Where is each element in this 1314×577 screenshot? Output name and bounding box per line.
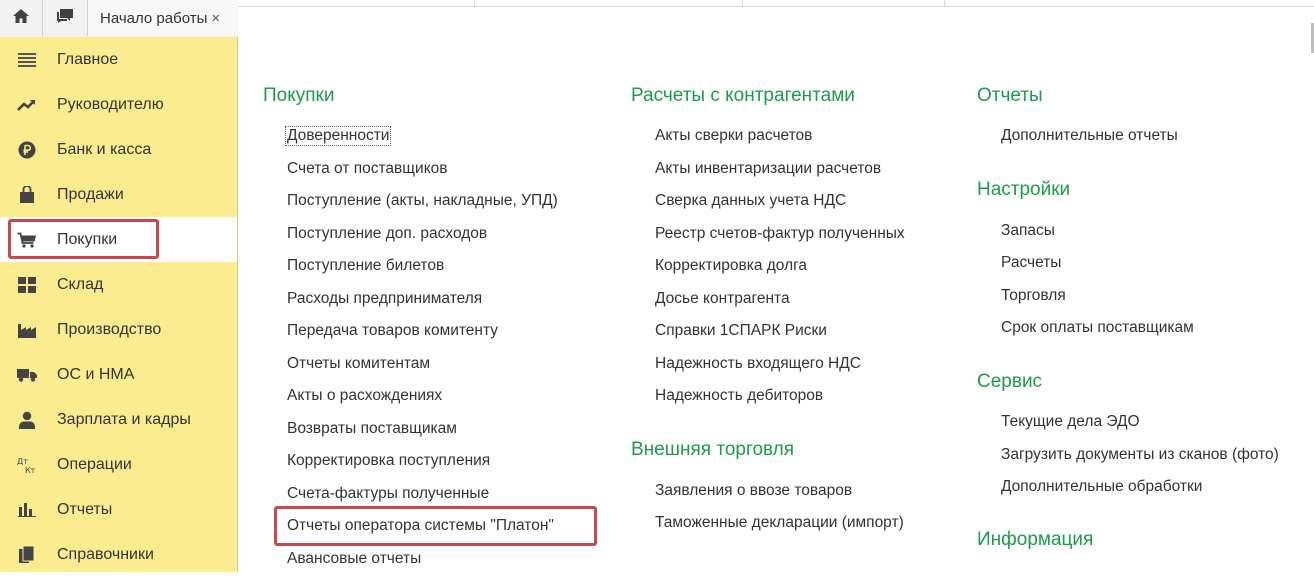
link-edo-tasks[interactable]: Текущие дела ЭДО: [1001, 413, 1140, 431]
home-icon: [12, 8, 30, 29]
section-title-settlements: Расчеты с контрагентами: [631, 85, 855, 106]
header-divider: [238, 0, 1314, 7]
sidebar-item-label: Продажи: [57, 185, 124, 203]
link-received-invoices[interactable]: Счета-фактуры полученные: [287, 485, 489, 503]
link-debt-adjustment[interactable]: Корректировка долга: [655, 257, 807, 275]
debit-credit-icon: Дт Кт: [16, 454, 38, 476]
shopping-cart-icon: [16, 229, 38, 251]
link-vat-data-check[interactable]: Сверка данных учета НДС: [655, 192, 846, 210]
link-trade-settings[interactable]: Торговля: [1001, 287, 1066, 305]
link-received-invoice-register[interactable]: Реестр счетов-фактур полученных: [655, 225, 905, 243]
sidebar-item-salary[interactable]: Зарплата и кадры: [0, 397, 237, 442]
sidebar-item-manager[interactable]: Руководителю: [0, 82, 237, 127]
header-separator: [474, 0, 475, 6]
sidebar-item-label: Операции: [57, 455, 132, 473]
shopping-bag-icon: [16, 184, 38, 206]
link-upload-scans[interactable]: Загрузить документы из сканов (фото): [1001, 446, 1279, 464]
section-title-purchases: Покупки: [263, 85, 335, 106]
bar-chart-icon: [16, 499, 38, 521]
sidebar-item-label: Покупки: [57, 230, 118, 248]
link-discrepancy-acts[interactable]: Акты о расхождениях: [287, 387, 442, 405]
link-advance-reports[interactable]: Авансовые отчеты: [287, 550, 421, 568]
sidebar-item-label: ОС и НМА: [57, 365, 135, 383]
section-title-service: Сервис: [977, 371, 1043, 392]
sidebar-item-warehouse[interactable]: Склад: [0, 262, 237, 307]
link-supplier-payment-terms[interactable]: Срок оплаты поставщикам: [1001, 319, 1194, 337]
section-title-foreign-trade: Внешняя торговля: [631, 439, 795, 460]
sidebar-item-operations[interactable]: Дт Кт Операции: [0, 442, 237, 487]
sidebar-item-label: Склад: [57, 275, 104, 293]
link-entrepreneur-expenses[interactable]: Расходы предпринимателя: [287, 290, 482, 308]
link-settlement-settings[interactable]: Расчеты: [1001, 254, 1061, 272]
warehouse-grid-icon: [16, 274, 38, 296]
ruble-coin-icon: [16, 139, 38, 161]
sidebar-item-bank[interactable]: Банк и касса: [0, 127, 237, 172]
link-consignor-reports[interactable]: Отчеты комитентам: [287, 355, 430, 373]
link-receipts[interactable]: Поступление (акты, накладные, УПД): [287, 192, 558, 210]
link-transfer-to-consignor[interactable]: Передача товаров комитенту: [287, 322, 498, 340]
sidebar-item-label: Руководителю: [57, 95, 164, 113]
sections-sidebar: Главное Руководителю Банк и касса Продаж…: [0, 37, 238, 572]
menu-lines-icon: [16, 49, 38, 71]
link-returns-to-suppliers[interactable]: Возвраты поставщикам: [287, 420, 457, 438]
chat-icon: [55, 7, 75, 30]
sidebar-item-purchases[interactable]: Покупки: [0, 217, 237, 262]
link-inventory-settings[interactable]: Запасы: [1001, 222, 1055, 240]
sidebar-item-label: Справочники: [57, 545, 154, 563]
discussions-button[interactable]: [43, 0, 88, 36]
books-icon: [16, 544, 38, 566]
link-power-of-attorney[interactable]: Доверенности: [285, 126, 392, 146]
link-additional-processing[interactable]: Дополнительные обработки: [1001, 478, 1202, 496]
sidebar-item-reports[interactable]: Отчеты: [0, 487, 237, 532]
sidebar-item-label: Банк и касса: [57, 140, 152, 158]
sidebar-item-sales[interactable]: Продажи: [0, 172, 237, 217]
svg-text:Кт: Кт: [25, 466, 36, 474]
svg-text:Дт: Дт: [17, 457, 28, 466]
link-additional-reports[interactable]: Дополнительные отчеты: [1001, 127, 1178, 145]
link-spark-risks[interactable]: Справки 1СПАРК Риски: [655, 322, 827, 340]
section-title-reports: Отчеты: [977, 85, 1043, 106]
link-supplier-invoices[interactable]: Счета от поставщиков: [287, 160, 448, 178]
link-additional-costs[interactable]: Поступление доп. расходов: [287, 225, 487, 243]
person-icon: [16, 409, 38, 431]
link-customs-declarations[interactable]: Таможенные декларации (импорт): [655, 514, 904, 532]
link-platon-reports[interactable]: Отчеты оператора системы "Платон": [287, 517, 554, 535]
sidebar-item-label: Главное: [57, 50, 119, 68]
sidebar-item-label: Зарплата и кадры: [57, 410, 191, 428]
sidebar-item-label: Отчеты: [57, 500, 113, 518]
top-toolbar: Начало работы ×: [0, 0, 238, 38]
section-title-information: Информация: [977, 529, 1094, 550]
sidebar-item-fixed-assets[interactable]: ОС и НМА: [0, 352, 237, 397]
factory-icon: [16, 319, 38, 341]
link-import-declarations-goods[interactable]: Заявления о ввозе товаров: [655, 482, 852, 500]
link-incoming-vat-reliability[interactable]: Надежность входящего НДС: [655, 355, 861, 373]
sidebar-item-production[interactable]: Производство: [0, 307, 237, 352]
link-debtor-reliability[interactable]: Надежность дебиторов: [655, 387, 823, 405]
link-receipt-adjustment[interactable]: Корректировка поступления: [287, 452, 490, 470]
sidebar-item-label: Производство: [57, 320, 162, 338]
home-button[interactable]: [0, 0, 43, 36]
truck-icon: [16, 364, 38, 386]
section-title-settings: Настройки: [977, 179, 1071, 200]
sidebar-item-directories[interactable]: Справочники: [0, 532, 237, 577]
tab-start-page[interactable]: Начало работы ×: [88, 0, 238, 36]
header-separator: [742, 0, 743, 6]
link-tickets[interactable]: Поступление билетов: [287, 257, 444, 275]
link-counterparty-dossier[interactable]: Досье контрагента: [655, 290, 790, 308]
link-reconciliation-acts[interactable]: Акты сверки расчетов: [655, 127, 812, 145]
link-inventory-settlement-acts[interactable]: Акты инвентаризации расчетов: [655, 160, 881, 178]
tab-close-icon[interactable]: ×: [211, 10, 220, 27]
tab-label: Начало работы: [100, 9, 208, 27]
sidebar-item-main[interactable]: Главное: [0, 37, 237, 82]
header-separator: [944, 0, 945, 6]
trend-up-icon: [16, 94, 38, 116]
